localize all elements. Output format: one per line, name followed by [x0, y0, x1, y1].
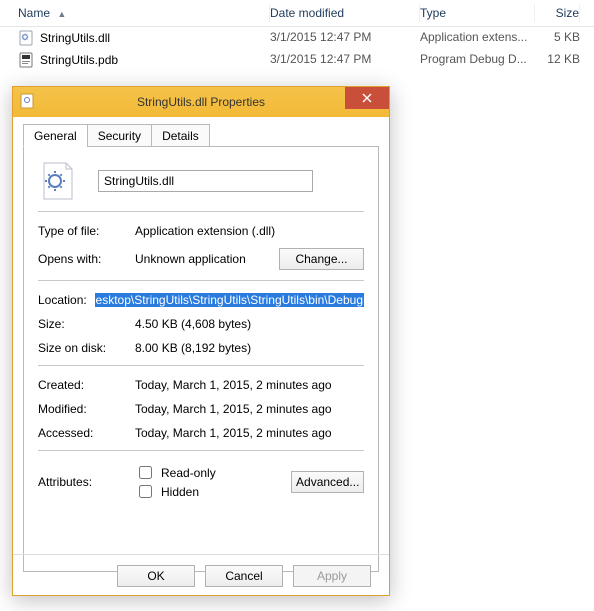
file-name: StringUtils.pdb — [40, 53, 118, 67]
label-created: Created: — [38, 378, 135, 392]
hidden-checkbox-wrap[interactable]: Hidden — [135, 482, 199, 501]
value-opens-with: Unknown application — [135, 252, 246, 266]
label-size-on-disk: Size on disk: — [38, 341, 135, 355]
readonly-checkbox-wrap[interactable]: Read-only — [135, 463, 216, 482]
properties-dialog: StringUtils.dll Properties General Secur… — [12, 86, 390, 596]
value-modified: Today, March 1, 2015, 2 minutes ago — [135, 402, 364, 416]
filename-input[interactable] — [98, 170, 313, 192]
separator — [38, 450, 364, 451]
cancel-button[interactable]: Cancel — [205, 565, 283, 587]
separator — [38, 211, 364, 212]
dll-file-icon — [18, 30, 34, 46]
dialog-footer: OK Cancel Apply — [13, 554, 389, 587]
value-created: Today, March 1, 2015, 2 minutes ago — [135, 378, 364, 392]
label-opens-with: Opens with: — [38, 252, 135, 266]
hidden-checkbox[interactable] — [139, 485, 152, 498]
file-row[interactable]: StringUtils.dll 3/1/2015 12:47 PM Applic… — [0, 27, 594, 49]
column-header-date[interactable]: Date modified — [270, 4, 420, 22]
separator — [38, 280, 364, 281]
tab-security[interactable]: Security — [87, 124, 152, 147]
file-size: 12 KB — [535, 52, 580, 68]
dialog-titlebar[interactable]: StringUtils.dll Properties — [13, 87, 389, 117]
file-size: 5 KB — [535, 30, 580, 46]
file-date: 3/1/2015 12:47 PM — [270, 30, 420, 46]
ok-button[interactable]: OK — [117, 565, 195, 587]
system-icon — [19, 93, 35, 109]
advanced-button[interactable]: Advanced... — [291, 471, 364, 493]
label-location: Location: — [38, 293, 95, 307]
readonly-checkbox[interactable] — [139, 466, 152, 479]
value-location[interactable]: esktop\StringUtils\StringUtils\StringUti… — [95, 293, 364, 307]
tab-panel-general: Type of file: Application extension (.dl… — [23, 146, 379, 572]
explorer-column-header: Name ▲ Date modified Type Size — [0, 0, 594, 27]
file-row[interactable]: StringUtils.pdb 3/1/2015 12:47 PM Progra… — [0, 49, 594, 71]
apply-button[interactable]: Apply — [293, 565, 371, 587]
tab-strip: General Security Details — [23, 124, 379, 147]
value-accessed: Today, March 1, 2015, 2 minutes ago — [135, 426, 364, 440]
pdb-file-icon — [18, 52, 34, 68]
value-type-of-file: Application extension (.dll) — [135, 224, 364, 238]
label-type-of-file: Type of file: — [38, 224, 135, 238]
change-button[interactable]: Change... — [279, 248, 364, 270]
file-large-icon — [38, 161, 78, 201]
label-accessed: Accessed: — [38, 426, 135, 440]
file-type: Application extens... — [420, 30, 535, 46]
file-date: 3/1/2015 12:47 PM — [270, 52, 420, 68]
readonly-label: Read-only — [161, 466, 216, 480]
dialog-title: StringUtils.dll Properties — [137, 95, 265, 109]
column-header-size[interactable]: Size — [535, 4, 580, 22]
tab-general[interactable]: General — [23, 124, 88, 147]
label-attributes: Attributes: — [38, 475, 135, 489]
label-size: Size: — [38, 317, 135, 331]
value-size: 4.50 KB (4,608 bytes) — [135, 317, 364, 331]
label-modified: Modified: — [38, 402, 135, 416]
sort-asc-icon: ▲ — [57, 9, 66, 19]
close-icon — [362, 93, 372, 103]
value-size-on-disk: 8.00 KB (8,192 bytes) — [135, 341, 364, 355]
separator — [38, 365, 364, 366]
column-header-type[interactable]: Type — [420, 4, 535, 22]
file-name: StringUtils.dll — [40, 31, 110, 45]
hidden-label: Hidden — [161, 485, 199, 499]
file-type: Program Debug D... — [420, 52, 535, 68]
tab-details[interactable]: Details — [151, 124, 210, 147]
close-button[interactable] — [345, 87, 389, 109]
column-header-name[interactable]: Name ▲ — [0, 4, 270, 22]
column-label: Name — [18, 6, 50, 20]
